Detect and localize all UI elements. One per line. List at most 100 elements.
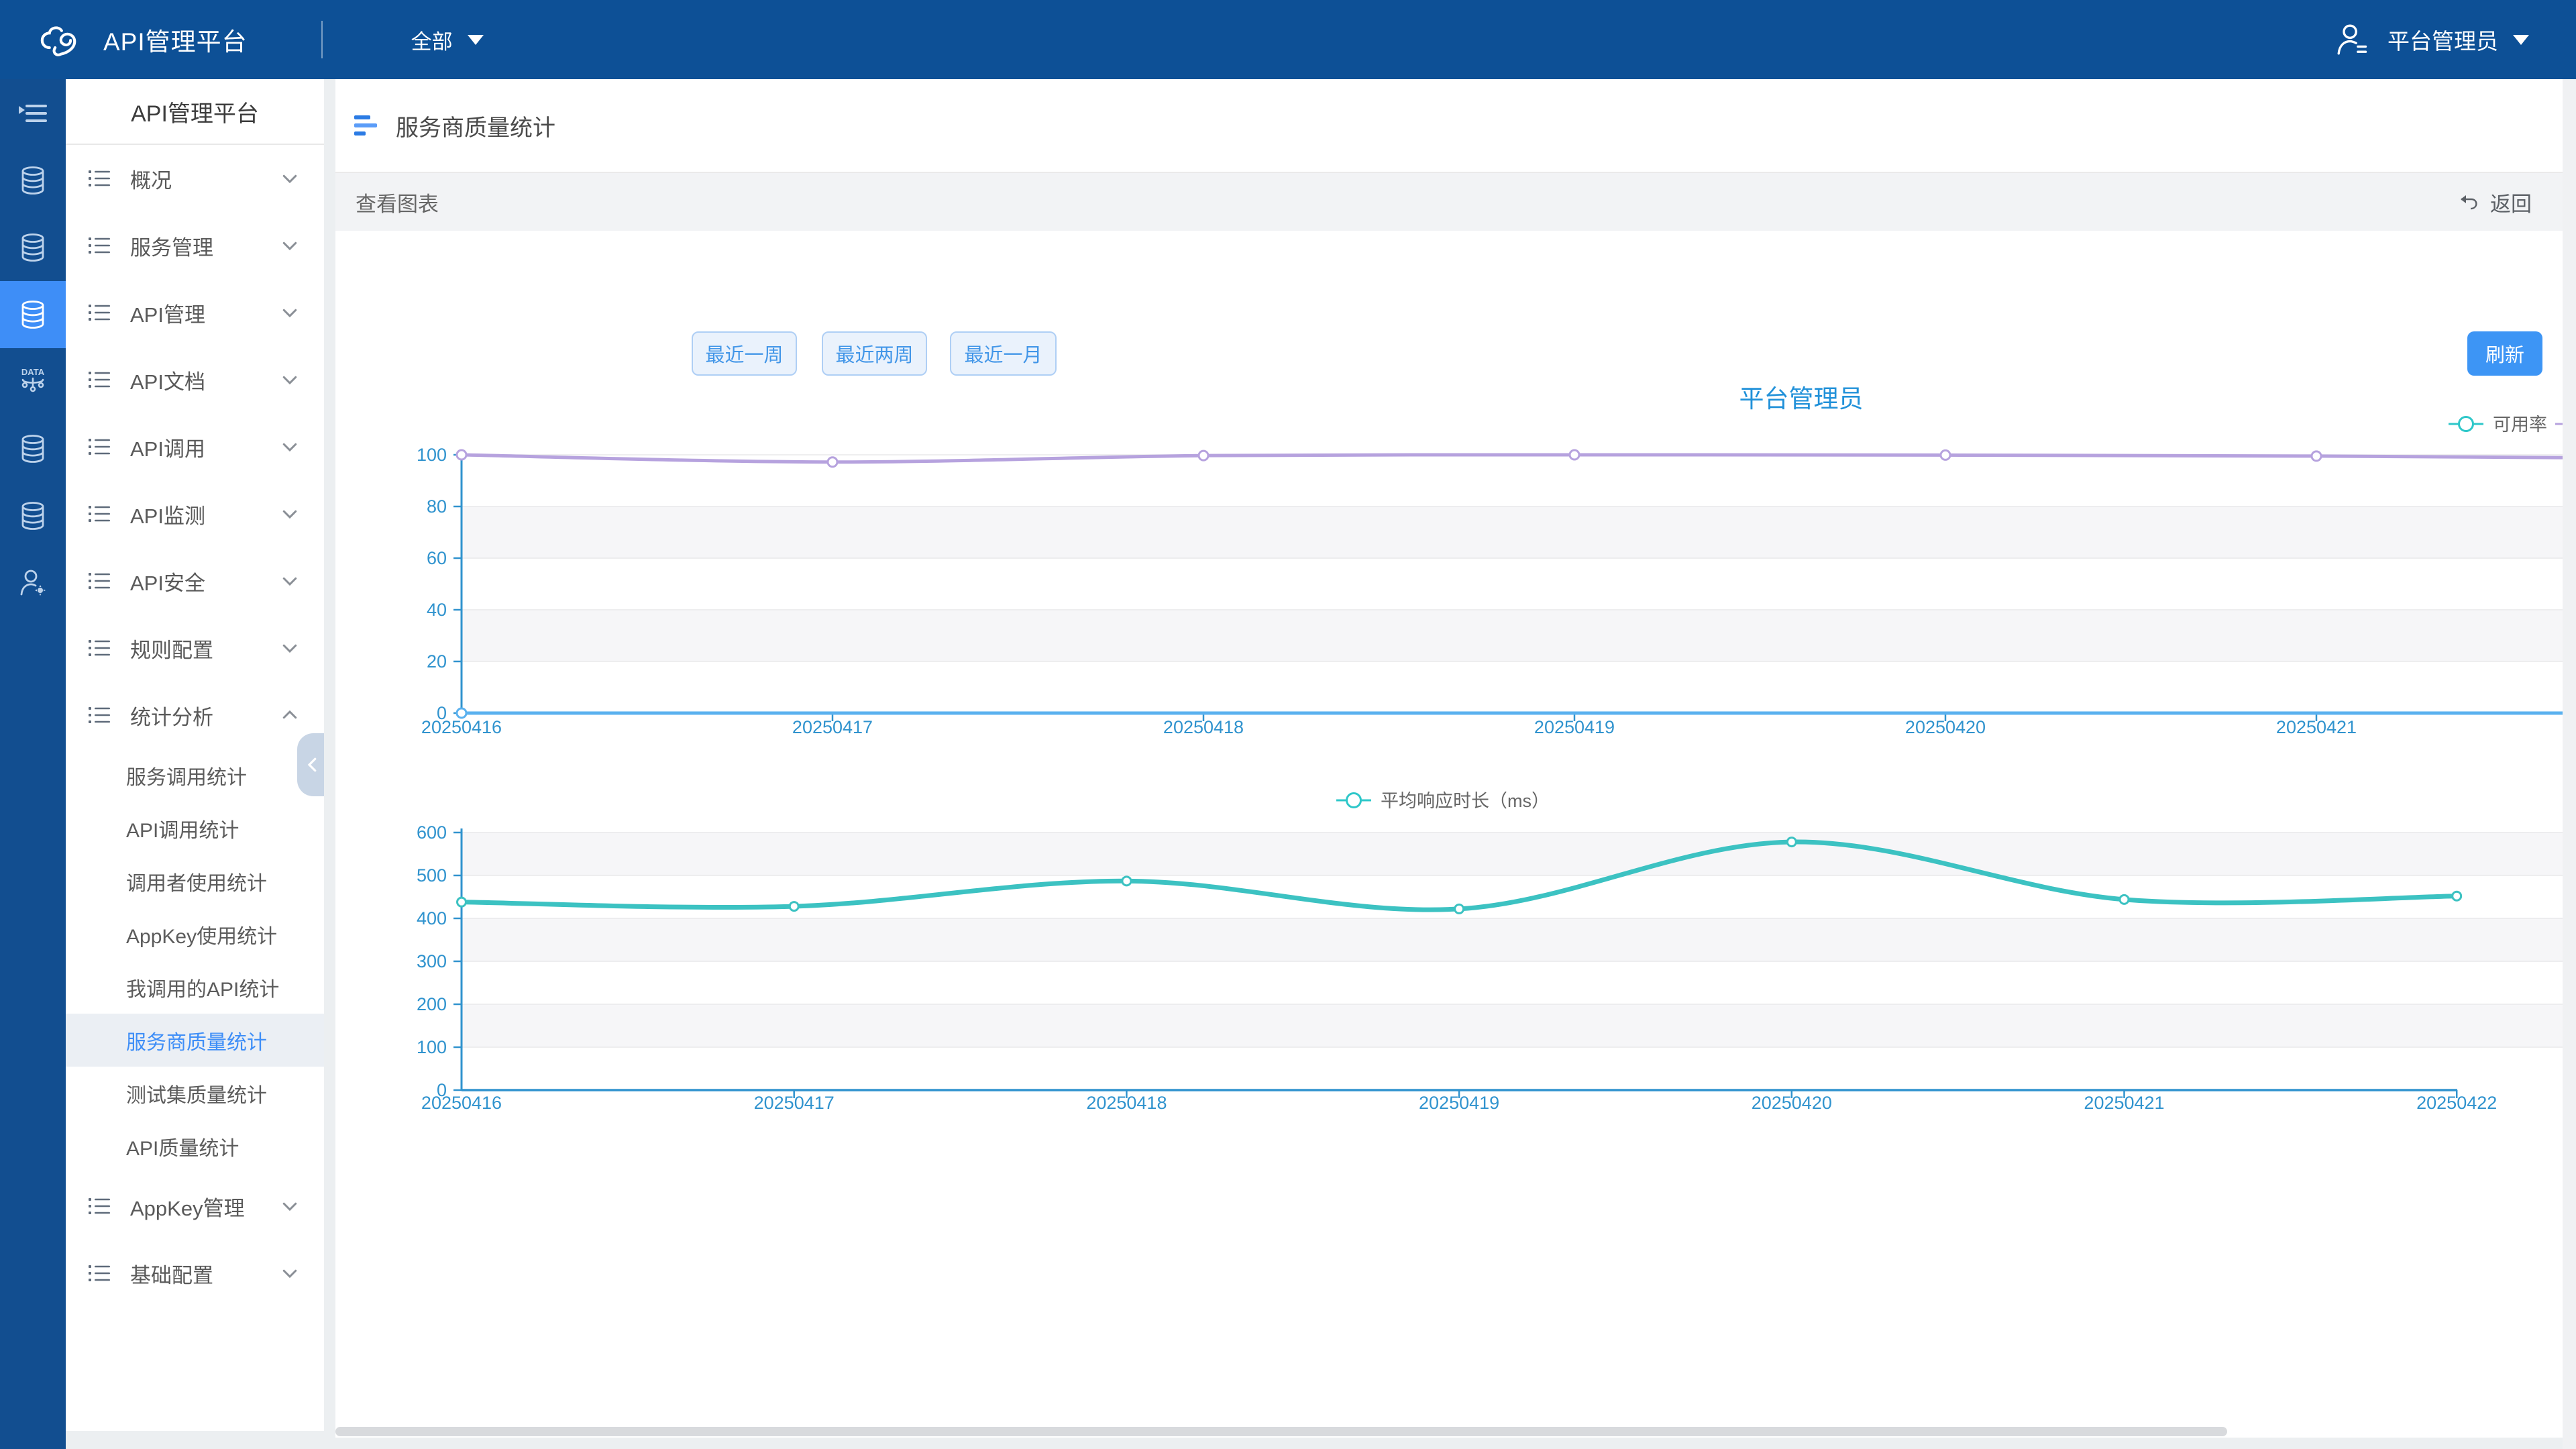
brand-title: API管理平台 bbox=[103, 21, 248, 58]
sidebar-item-4[interactable]: API调用 bbox=[66, 413, 324, 480]
scope-dropdown[interactable]: 全部 bbox=[411, 25, 484, 55]
sidebar-subitem-2[interactable]: 调用者使用统计 bbox=[66, 855, 324, 908]
sidebar-subitem-3[interactable]: AppKey使用统计 bbox=[66, 908, 324, 961]
sidebar-item-2[interactable]: API管理 bbox=[66, 279, 324, 346]
icon-rail: DATA bbox=[0, 79, 66, 1449]
vertical-scrollbar[interactable] bbox=[2563, 79, 2576, 1449]
svg-text:600: 600 bbox=[417, 822, 447, 843]
sidebar-item-3[interactable]: API文档 bbox=[66, 346, 324, 413]
chevron-down-icon bbox=[280, 437, 300, 457]
list-icon bbox=[87, 502, 111, 526]
list-icon bbox=[87, 435, 111, 459]
svg-text:20250416: 20250416 bbox=[421, 717, 502, 737]
sidebar-subitem-6[interactable]: 测试集质量统计 bbox=[66, 1067, 324, 1120]
list-icon bbox=[87, 368, 111, 392]
sidebar-collapse-handle[interactable] bbox=[297, 733, 324, 796]
svg-text:200: 200 bbox=[417, 994, 447, 1014]
list-icon bbox=[87, 703, 111, 727]
sidebar-item-9[interactable]: AppKey管理 bbox=[66, 1173, 324, 1240]
sidebar-item-label: 基础配置 bbox=[130, 1258, 280, 1289]
range-button-0[interactable]: 最近一周 bbox=[692, 331, 797, 376]
rail-item-6[interactable] bbox=[0, 482, 66, 549]
svg-text:20250421: 20250421 bbox=[2276, 717, 2357, 737]
sidebar-item-6[interactable]: API安全 bbox=[66, 547, 324, 614]
sidebar-item-label: API管理 bbox=[130, 298, 280, 328]
svg-text:平均响应时长（ms）: 平均响应时长（ms） bbox=[1381, 791, 1550, 811]
user-name: 平台管理员 bbox=[2387, 23, 2498, 56]
refresh-button[interactable]: 刷新 bbox=[2467, 331, 2542, 376]
sidebar-item-label: 服务管理 bbox=[130, 231, 280, 261]
sidebar-subitem-1[interactable]: API调用统计 bbox=[66, 802, 324, 855]
sidebar-item-10[interactable]: 基础配置 bbox=[66, 1240, 324, 1307]
svg-text:20250421: 20250421 bbox=[2084, 1093, 2164, 1113]
rail-item-3[interactable] bbox=[0, 281, 66, 348]
range-button-1[interactable]: 最近两周 bbox=[822, 331, 927, 376]
sidebar-item-5[interactable]: API监测 bbox=[66, 480, 324, 547]
list-icon bbox=[87, 1194, 111, 1218]
navbar-divider bbox=[321, 21, 323, 58]
page-title: 服务商质量统计 bbox=[396, 109, 555, 142]
database-icon bbox=[16, 499, 50, 533]
chevron-down-icon bbox=[280, 1263, 300, 1283]
main-content: 服务商质量统计 查看图表 返回 最近一周最近两周最近一月 刷新 平台管理员 02… bbox=[335, 79, 2563, 1426]
rail-item-2[interactable] bbox=[0, 214, 66, 281]
svg-text:DATA: DATA bbox=[21, 367, 45, 377]
back-label: 返回 bbox=[2490, 187, 2532, 217]
sidebar-item-8[interactable]: 统计分析 bbox=[66, 682, 324, 749]
sidebar-item-label: API调用 bbox=[130, 432, 280, 462]
horizontal-scrollbar[interactable] bbox=[335, 1426, 2563, 1438]
toolbar: 查看图表 返回 bbox=[335, 173, 2563, 231]
chevron-down-icon bbox=[280, 638, 300, 658]
svg-text:20250417: 20250417 bbox=[792, 717, 873, 737]
svg-text:20250417: 20250417 bbox=[754, 1093, 835, 1113]
rail-item-0[interactable] bbox=[0, 80, 66, 147]
chevron-down-icon bbox=[280, 235, 300, 256]
svg-text:20250418: 20250418 bbox=[1163, 717, 1244, 737]
svg-text:60: 60 bbox=[427, 548, 447, 568]
chevron-up-icon bbox=[280, 705, 300, 725]
rail-item-1[interactable] bbox=[0, 147, 66, 214]
horizontal-scrollbar-thumb[interactable] bbox=[335, 1427, 2227, 1436]
response-time-chart[interactable]: 0100200300400500600202504162025041720250… bbox=[335, 777, 2563, 1152]
sidebar-item-label: API安全 bbox=[130, 566, 280, 596]
user-gear-icon bbox=[16, 566, 50, 600]
rail-item-4[interactable]: DATA bbox=[0, 348, 66, 415]
svg-text:500: 500 bbox=[417, 865, 447, 885]
chevron-down-icon bbox=[280, 504, 300, 524]
toolbar-section-label: 查看图表 bbox=[356, 187, 439, 217]
list-icon bbox=[87, 233, 111, 258]
database-icon bbox=[16, 231, 50, 264]
back-button[interactable]: 返回 bbox=[2457, 187, 2532, 217]
user-menu[interactable]: 平台管理员 bbox=[2335, 22, 2529, 57]
rail-item-7[interactable] bbox=[0, 549, 66, 616]
availability-chart[interactable]: 0204060801002025041620250417202504182025… bbox=[335, 374, 2563, 750]
chevron-down-icon bbox=[280, 370, 300, 390]
chevron-down-icon bbox=[280, 1196, 300, 1216]
svg-text:20250419: 20250419 bbox=[1419, 1093, 1499, 1113]
svg-text:20250420: 20250420 bbox=[1752, 1093, 1832, 1113]
sidebar-subitem-0[interactable]: 服务调用统计 bbox=[66, 749, 324, 802]
range-button-2[interactable]: 最近一月 bbox=[950, 331, 1057, 376]
svg-text:20250422: 20250422 bbox=[2416, 1093, 2497, 1113]
rail-item-5[interactable] bbox=[0, 415, 66, 482]
menu-fold-icon bbox=[16, 97, 50, 130]
sidebar-subitem-7[interactable]: API质量统计 bbox=[66, 1120, 324, 1173]
list-icon bbox=[87, 166, 111, 191]
sidebar-subitem-4[interactable]: 我调用的API统计 bbox=[66, 961, 324, 1014]
sidebar-item-1[interactable]: 服务管理 bbox=[66, 212, 324, 279]
chevron-down-icon bbox=[2513, 35, 2529, 45]
page-header: 服务商质量统计 bbox=[335, 79, 2563, 173]
sidebar-item-0[interactable]: 概况 bbox=[66, 145, 324, 212]
sidebar-title: API管理平台 bbox=[66, 79, 324, 145]
list-icon bbox=[87, 636, 111, 660]
sidebar-subitem-5[interactable]: 服务商质量统计 bbox=[66, 1014, 324, 1067]
svg-text:20250418: 20250418 bbox=[1086, 1093, 1167, 1113]
sidebar-item-7[interactable]: 规则配置 bbox=[66, 614, 324, 682]
list-icon bbox=[87, 301, 111, 325]
scope-label: 全部 bbox=[411, 25, 453, 55]
svg-text:20250419: 20250419 bbox=[1534, 717, 1615, 737]
svg-text:100: 100 bbox=[417, 1037, 447, 1057]
svg-text:20250420: 20250420 bbox=[1905, 717, 1986, 737]
filter-lines-icon bbox=[353, 112, 380, 139]
sidebar-item-label: API文档 bbox=[130, 365, 280, 395]
